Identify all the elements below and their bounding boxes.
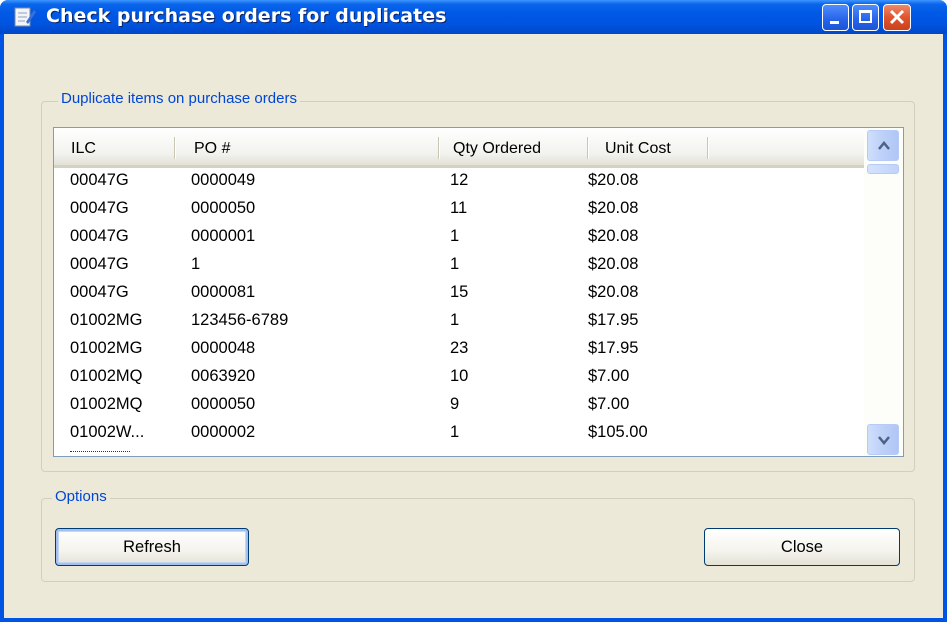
app-document-icon — [14, 7, 36, 27]
table-cell-po: 0000050 — [191, 199, 256, 217]
table-cell-ilc: 01002MQ — [70, 395, 143, 413]
table-cell-cost: $17.95 — [588, 339, 639, 357]
table-cell-cost: $20.08 — [588, 227, 639, 245]
scroll-up-button[interactable] — [867, 130, 899, 161]
table-cell-po: 0000049 — [191, 171, 256, 189]
table-cell-cost: $7.00 — [588, 367, 630, 385]
maximize-icon — [859, 10, 872, 23]
column-header-po[interactable]: PO # — [194, 128, 230, 165]
table-cell-ilc: 00047G — [70, 255, 129, 273]
table-cell-cost: $20.08 — [588, 171, 639, 189]
table-cell-po: 0000050 — [191, 395, 256, 413]
table-cell-cost: $17.95 — [588, 311, 639, 329]
table-cell-cost: $20.08 — [588, 255, 639, 273]
list-header: ILC PO # Qty Ordered Unit Cost — [54, 128, 864, 168]
duplicates-list[interactable]: ILC PO # Qty Ordered Unit Cost 00047G 000… — [53, 127, 904, 457]
scroll-down-button[interactable] — [867, 424, 899, 455]
table-row[interactable]: 00047G 0000081 15 $20.08 — [54, 282, 864, 308]
table-cell-qty: 15 — [450, 283, 469, 301]
refresh-button[interactable]: Refresh — [55, 528, 249, 566]
table-cell-ilc: 00047G — [70, 199, 129, 217]
scroll-thumb[interactable] — [867, 164, 899, 174]
table-cell-ilc: 00047G — [70, 227, 129, 245]
table-row[interactable]: 01002W... 0000002 1 $105.00 — [54, 422, 864, 448]
table-row[interactable]: 01002MQ 0063920 10 $7.00 — [54, 366, 864, 392]
vertical-scrollbar[interactable] — [864, 128, 903, 456]
table-cell-cost: $20.08 — [588, 199, 639, 217]
minimize-button[interactable] — [822, 4, 849, 31]
table-cell-qty: 12 — [450, 171, 469, 189]
table-row[interactable]: 00047G 1 1 $20.08 — [54, 254, 864, 280]
table-cell-qty: 23 — [450, 339, 469, 357]
table-cell-ilc: 01002W... — [70, 423, 145, 441]
table-cell-ilc: 00047G — [70, 283, 129, 301]
column-separator[interactable] — [587, 137, 588, 159]
table-row[interactable]: 00047G 0000050 11 $20.08 — [54, 198, 864, 224]
table-cell-qty: 1 — [450, 311, 460, 329]
table-cell-po: 0000048 — [191, 339, 256, 357]
column-header-ilc[interactable]: ILC — [71, 128, 96, 165]
column-separator[interactable] — [707, 137, 708, 159]
table-cell-po: 0000002 — [191, 423, 256, 441]
duplicates-group-label: Duplicate items on purchase orders — [58, 90, 300, 107]
column-separator[interactable] — [174, 137, 175, 159]
table-cell-po: 1 — [191, 255, 201, 273]
table-row[interactable]: 01002MG 123456-6789 1 $17.95 — [54, 310, 864, 336]
table-cell-ilc: 01002MQ — [70, 367, 143, 385]
table-cell-po: 123456-6789 — [191, 311, 289, 329]
table-cell-cost: $105.00 — [588, 423, 648, 441]
table-row[interactable]: 00047G 0000001 1 $20.08 — [54, 226, 864, 252]
close-icon — [889, 9, 905, 25]
table-row[interactable]: 00047G 0000049 12 $20.08 — [54, 170, 864, 196]
table-cell-ilc: 01002MG — [70, 311, 143, 329]
table-cell-cost: $7.00 — [588, 395, 630, 413]
table-cell-qty: 1 — [450, 255, 460, 273]
close-window-button[interactable] — [883, 4, 911, 31]
table-cell-ilc: 00047G — [70, 171, 129, 189]
column-header-qty-ordered[interactable]: Qty Ordered — [453, 128, 541, 165]
table-cell-po: 0063920 — [191, 367, 256, 385]
table-cell-ilc: 01002MG — [70, 339, 143, 357]
column-separator[interactable] — [438, 137, 439, 159]
options-group-label: Options — [52, 488, 110, 505]
table-cell-qty: 10 — [450, 367, 469, 385]
scroll-up-arrow-icon — [878, 141, 890, 150]
table-cell-qty: 1 — [450, 423, 460, 441]
close-button[interactable]: Close — [704, 528, 900, 566]
table-row[interactable]: 01002MQ 0000050 9 $7.00 — [54, 394, 864, 420]
table-cell-qty: 9 — [450, 395, 460, 413]
column-header-unit-cost[interactable]: Unit Cost — [605, 128, 671, 165]
minimize-icon — [830, 21, 839, 24]
partial-hidden-row — [54, 447, 864, 456]
table-cell-qty: 1 — [450, 227, 460, 245]
table-cell-cost: $20.08 — [588, 283, 639, 301]
table-cell-po: 0000001 — [191, 227, 256, 245]
scroll-down-arrow-icon — [878, 436, 890, 445]
table-cell-qty: 11 — [450, 199, 468, 217]
partial-row-fragment — [70, 447, 130, 452]
title-bar[interactable]: Check purchase orders for duplicates — [0, 0, 947, 34]
table-row[interactable]: 01002MG 0000048 23 $17.95 — [54, 338, 864, 364]
dialog-window: Check purchase orders for duplicates Dup… — [0, 0, 947, 622]
window-title: Check purchase orders for duplicates — [46, 5, 447, 27]
table-cell-po: 0000081 — [191, 283, 256, 301]
maximize-button[interactable] — [852, 4, 879, 31]
